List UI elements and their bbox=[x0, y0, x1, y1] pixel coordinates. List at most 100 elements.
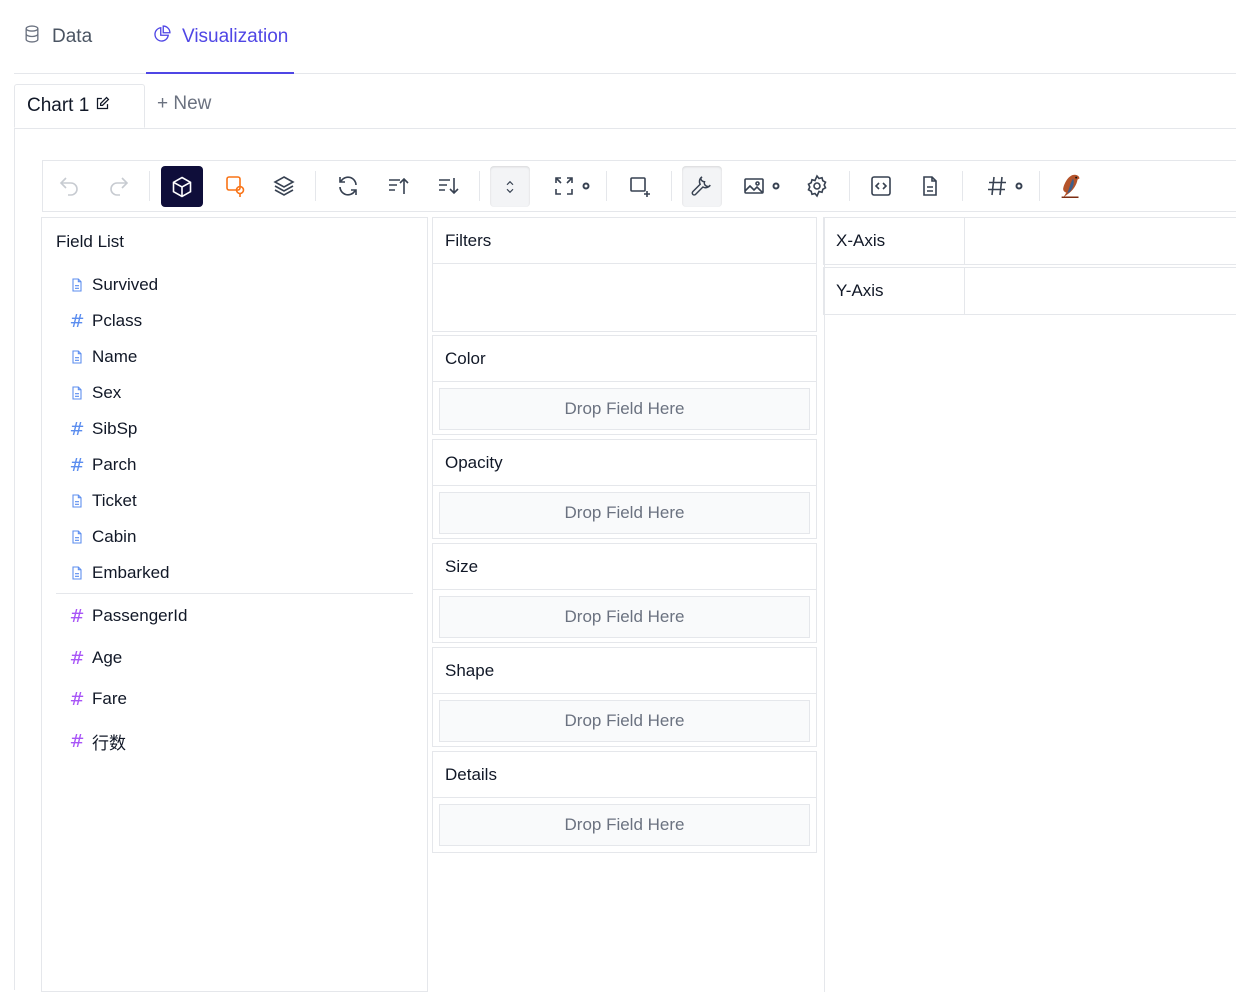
color-drop-zone[interactable]: Drop Field Here bbox=[439, 388, 810, 430]
field-name: 行数 bbox=[92, 733, 126, 754]
field-item-name[interactable]: Name bbox=[68, 345, 137, 369]
field-item-cabin[interactable]: Cabin bbox=[68, 525, 136, 549]
x-axis-row[interactable]: X-Axis bbox=[823, 217, 1236, 265]
color-title: Color bbox=[433, 336, 816, 382]
field-name: Embarked bbox=[92, 563, 170, 582]
toolbar-divider bbox=[962, 171, 963, 201]
field-list-panel: Field List Survived # Pclass Name Sex # … bbox=[41, 217, 428, 992]
crop-add-icon[interactable] bbox=[625, 161, 655, 211]
shape-pin-icon[interactable] bbox=[221, 161, 251, 211]
shape-box: Shape Drop Field Here bbox=[432, 647, 817, 747]
gear-icon bbox=[772, 182, 780, 190]
toolbar-divider bbox=[1039, 171, 1040, 201]
chevron-up-down-icon[interactable] bbox=[490, 166, 530, 207]
image-icon[interactable] bbox=[738, 161, 786, 211]
size-title: Size bbox=[433, 544, 816, 590]
edit-icon[interactable] bbox=[89, 95, 110, 117]
cube-icon[interactable] bbox=[161, 166, 203, 207]
new-chart-button[interactable]: + New bbox=[157, 84, 211, 124]
layers-icon[interactable] bbox=[269, 161, 299, 211]
text-field-icon bbox=[68, 564, 86, 582]
field-item-ticket[interactable]: Ticket bbox=[68, 489, 137, 513]
field-name: SibSp bbox=[92, 419, 138, 438]
details-drop-zone[interactable]: Drop Field Here bbox=[439, 804, 810, 846]
pie-chart-icon bbox=[152, 24, 172, 50]
field-name: Survived bbox=[92, 275, 159, 294]
text-field-icon bbox=[68, 348, 86, 366]
toolbar-divider bbox=[149, 171, 150, 201]
code-icon[interactable] bbox=[866, 161, 896, 211]
field-item-pclass[interactable]: # Pclass bbox=[68, 309, 142, 333]
opacity-title: Opacity bbox=[433, 440, 816, 486]
text-field-icon bbox=[68, 276, 86, 294]
size-box: Size Drop Field Here bbox=[432, 543, 817, 643]
field-item-passengerid[interactable]: # PassengerId bbox=[68, 604, 187, 628]
field-name: Name bbox=[92, 347, 138, 366]
field-name: Ticket bbox=[92, 491, 137, 510]
toolbar-divider bbox=[671, 171, 672, 201]
sort-descending-icon[interactable] bbox=[433, 161, 463, 211]
database-icon bbox=[22, 24, 42, 50]
text-field-icon bbox=[68, 492, 86, 510]
field-item-sibsp[interactable]: # SibSp bbox=[68, 417, 137, 441]
filters-title: Filters bbox=[433, 218, 816, 264]
tab-data[interactable]: Data bbox=[22, 0, 92, 73]
field-item-sex[interactable]: Sex bbox=[68, 381, 121, 405]
field-item-embarked[interactable]: Embarked bbox=[68, 561, 169, 585]
shape-title: Shape bbox=[433, 648, 816, 694]
measure-field-icon: # bbox=[69, 647, 85, 669]
gear-icon bbox=[1015, 182, 1023, 190]
measure-field-icon: # bbox=[69, 688, 85, 710]
field-item-survived[interactable]: Survived bbox=[68, 273, 158, 297]
refresh-icon[interactable] bbox=[333, 161, 363, 211]
tab-data-label: Data bbox=[52, 25, 93, 47]
shape-drop-zone[interactable]: Drop Field Here bbox=[439, 700, 810, 742]
tab-chart-1[interactable]: Chart 1 bbox=[14, 84, 145, 128]
toolbar bbox=[42, 160, 1236, 212]
toolbar-divider bbox=[606, 171, 607, 201]
number-field-icon: # bbox=[69, 310, 85, 332]
toolbar-divider bbox=[479, 171, 480, 201]
number-field-icon: # bbox=[69, 418, 85, 440]
field-item-fare[interactable]: # Fare bbox=[68, 687, 127, 711]
tab-visualization[interactable]: Visualization bbox=[146, 0, 295, 74]
field-name: PassengerId bbox=[92, 606, 188, 625]
tab-visualization-label: Visualization bbox=[182, 25, 289, 47]
chart-tab-bar: Chart 1 + New bbox=[14, 84, 1236, 129]
redo-icon[interactable] bbox=[105, 161, 133, 211]
color-box: Color Drop Field Here bbox=[432, 335, 817, 435]
top-tab-bar: Data Visualization bbox=[14, 0, 1236, 74]
document-icon[interactable] bbox=[915, 161, 945, 211]
field-name: Cabin bbox=[92, 527, 137, 546]
details-box: Details Drop Field Here bbox=[432, 751, 817, 853]
expand-icon[interactable] bbox=[547, 161, 597, 211]
bird-logo-icon[interactable] bbox=[1053, 161, 1089, 211]
encoding-column: Filters Color Drop Field Here Opacity Dr… bbox=[426, 217, 825, 992]
undo-icon[interactable] bbox=[55, 161, 83, 211]
field-name: Parch bbox=[92, 455, 137, 474]
field-list-title: Field List bbox=[56, 232, 125, 251]
opacity-drop-zone[interactable]: Drop Field Here bbox=[439, 492, 810, 534]
toolbar-divider bbox=[315, 171, 316, 201]
field-name: Sex bbox=[92, 383, 122, 402]
field-item-age[interactable]: # Age bbox=[68, 646, 122, 670]
measure-field-icon: # bbox=[69, 730, 85, 752]
field-name: Pclass bbox=[92, 311, 143, 330]
text-field-icon bbox=[68, 384, 86, 402]
field-name: Age bbox=[92, 648, 123, 667]
opacity-box: Opacity Drop Field Here bbox=[432, 439, 817, 539]
field-item-row-count[interactable]: # 行数 bbox=[68, 729, 126, 754]
filters-box[interactable]: Filters bbox=[432, 217, 817, 332]
sort-ascending-icon[interactable] bbox=[383, 161, 413, 211]
size-drop-zone[interactable]: Drop Field Here bbox=[439, 596, 810, 638]
x-axis-label: X-Axis bbox=[824, 218, 965, 264]
hash-icon[interactable] bbox=[980, 161, 1030, 211]
text-field-icon bbox=[68, 528, 86, 546]
wrench-icon[interactable] bbox=[682, 166, 722, 207]
gear-icon bbox=[582, 182, 590, 190]
y-axis-row[interactable]: Y-Axis bbox=[823, 267, 1236, 315]
gear-icon[interactable] bbox=[802, 161, 832, 211]
field-list-divider bbox=[56, 593, 413, 594]
field-name: Fare bbox=[92, 689, 127, 708]
field-item-parch[interactable]: # Parch bbox=[68, 453, 136, 477]
